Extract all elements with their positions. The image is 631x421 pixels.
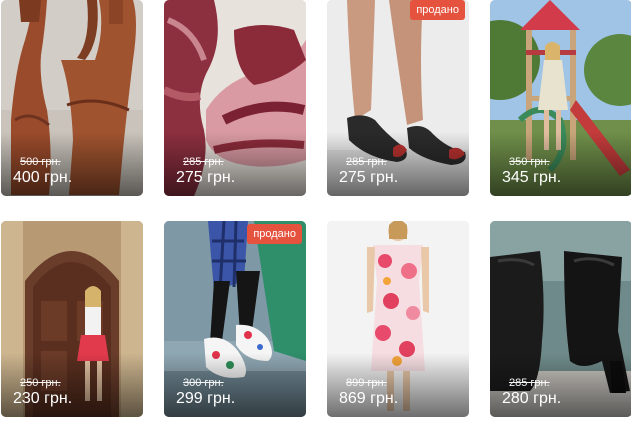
current-price: 869 грн.	[339, 390, 399, 407]
product-card[interactable]: продано 300 грн. 299 грн.	[164, 221, 306, 417]
old-price: 899 грн.	[346, 377, 387, 389]
product-card[interactable]: 350 грн. 345 грн.	[490, 0, 631, 196]
old-price: 350 грн.	[509, 156, 550, 168]
current-price: 230 грн.	[13, 390, 73, 407]
product-card[interactable]: 899 грн. 869 грн.	[327, 221, 469, 417]
old-price: 285 грн.	[346, 156, 387, 168]
old-price: 500 грн.	[20, 156, 61, 168]
old-price: 285 грн.	[509, 377, 550, 389]
old-price: 285 грн.	[183, 156, 224, 168]
sold-badge: продано	[247, 224, 302, 244]
product-grid: 500 грн. 400 грн. 285 грн. 275 грн. прод…	[0, 0, 631, 421]
product-card[interactable]: 250 грн. 230 грн.	[1, 221, 143, 417]
current-price: 275 грн.	[339, 169, 399, 186]
product-card[interactable]: продано 285 грн. 275 грн.	[327, 0, 469, 196]
product-card[interactable]: 285 грн. 275 грн.	[164, 0, 306, 196]
current-price: 275 грн.	[176, 169, 236, 186]
current-price: 345 грн.	[502, 169, 562, 186]
current-price: 299 грн.	[176, 390, 236, 407]
current-price: 400 грн.	[13, 169, 73, 186]
old-price: 250 грн.	[20, 377, 61, 389]
product-card[interactable]: 285 грн. 280 грн.	[490, 221, 631, 417]
product-card[interactable]: 500 грн. 400 грн.	[1, 0, 143, 196]
sold-badge: продано	[410, 0, 465, 20]
current-price: 280 грн.	[502, 390, 562, 407]
old-price: 300 грн.	[183, 377, 224, 389]
